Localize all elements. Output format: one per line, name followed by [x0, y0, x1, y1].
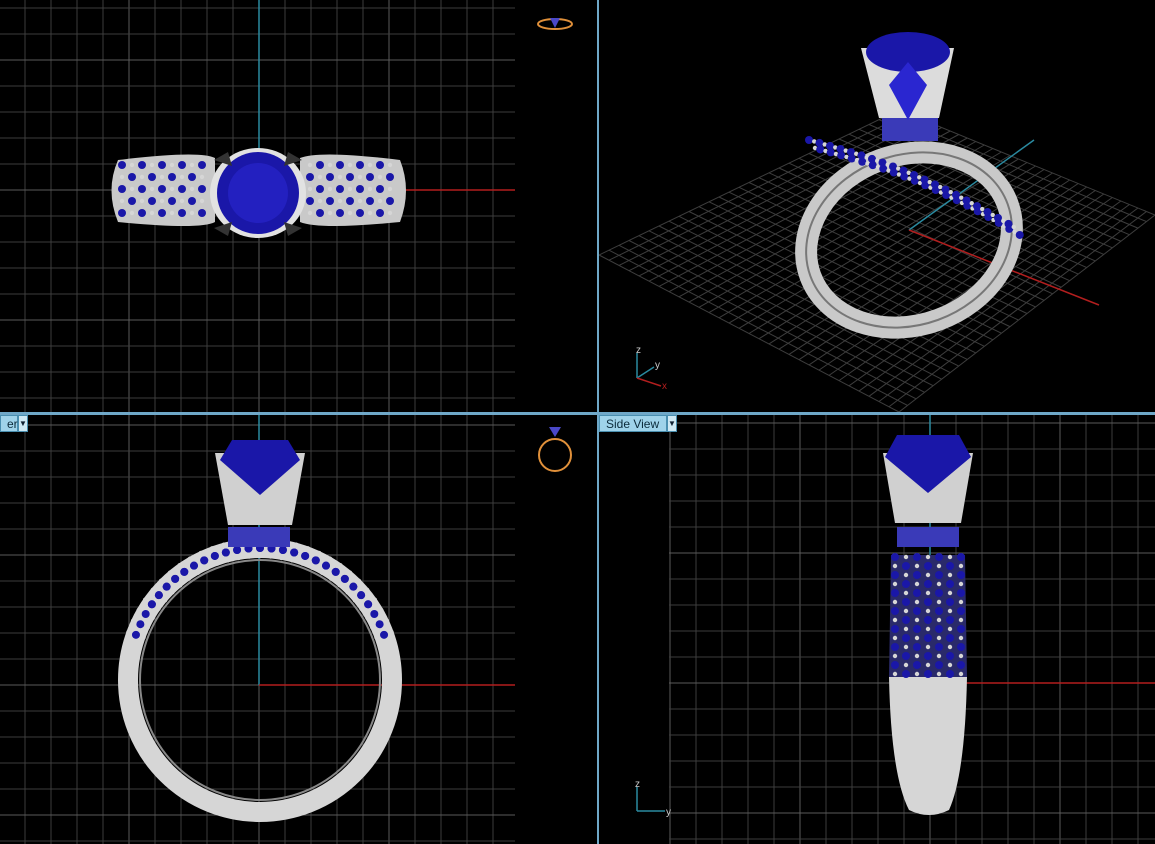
ring-front-view[interactable] [118, 440, 402, 822]
viewport-top[interactable] [0, 0, 597, 412]
axis-tripod-icon: z y x [636, 345, 667, 392]
side-view-canvas[interactable]: z y [599, 415, 1155, 844]
viewport-tab-front[interactable]: er [0, 415, 18, 432]
top-view-canvas[interactable] [0, 0, 597, 412]
top-view-ring-icon[interactable] [537, 18, 573, 30]
axis-label-y: y [666, 807, 671, 818]
viewport-tab-side[interactable]: Side View [599, 415, 667, 432]
front-view-ring-icon[interactable] [538, 427, 572, 472]
axis-label-y: y [655, 360, 660, 371]
axis-label-z: z [635, 779, 640, 790]
front-view-canvas[interactable] [0, 415, 597, 844]
viewport-divider-vertical[interactable] [597, 0, 599, 844]
axis-label-z: z [636, 345, 641, 356]
axis-label-x: x [662, 381, 667, 392]
ring-top-view[interactable] [111, 148, 407, 238]
viewport-side[interactable]: z y Side View ▼ [599, 415, 1155, 844]
viewport-perspective[interactable]: z y x [599, 0, 1155, 412]
perspective-canvas[interactable]: z y x [599, 0, 1155, 412]
axis-tripod-icon: z y [635, 779, 671, 818]
ring-perspective[interactable] [781, 32, 1036, 356]
viewport-menu-arrow-icon[interactable]: ▼ [18, 415, 28, 432]
viewport-front[interactable]: er ▼ [0, 415, 597, 844]
ring-side-view[interactable] [883, 435, 973, 815]
viewport-divider-horizontal[interactable] [0, 412, 1155, 415]
viewport-menu-arrow-icon[interactable]: ▼ [667, 415, 677, 432]
